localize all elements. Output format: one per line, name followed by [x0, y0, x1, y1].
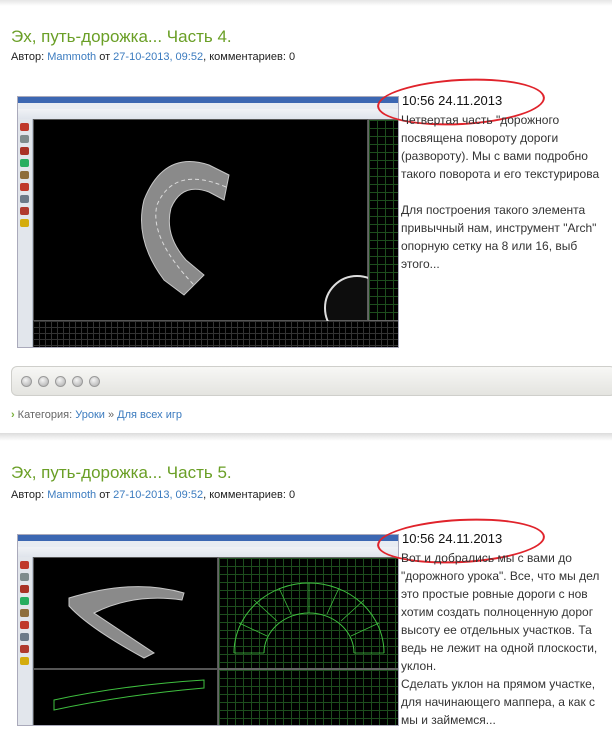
share-bar: [11, 366, 612, 396]
post-title[interactable]: Эх, путь-дорожка... Часть 5.: [11, 463, 232, 483]
excerpt-line: для начинающего маппера, а как с: [401, 695, 596, 709]
comments-count: , комментариев: 0: [203, 489, 296, 501]
chevron-right-icon: ›: [11, 409, 15, 421]
excerpt-line: привычный нам, инструмент "Arch": [401, 221, 597, 235]
share-dot[interactable]: [38, 376, 49, 387]
side-grid-viewport: [368, 119, 398, 321]
author-link[interactable]: Mammoth: [47, 51, 96, 63]
post-meta: Автор: Mammoth от 27-10-2013, 09:52, ком…: [11, 489, 295, 501]
from-label: от: [99, 489, 111, 501]
3d-viewport: [33, 119, 390, 341]
post-separator: [0, 433, 612, 441]
excerpt-line: Сделать уклон на прямом участке,: [401, 677, 596, 691]
post-excerpt: Вот и добрались мы с вами до "дорожного …: [401, 549, 612, 729]
excerpt-line: Четвертая часть "дорожного: [401, 113, 560, 127]
curved-road-render: [68, 586, 185, 659]
post-meta: Автор: Mammoth от 27-10-2013, 09:52, ком…: [11, 51, 295, 63]
share-dot[interactable]: [89, 376, 100, 387]
excerpt-line: такого поворота и его текстурирова: [401, 167, 600, 181]
excerpt-line: опорную сетку на 8 или 16, выб: [401, 239, 578, 253]
category-link-all-games[interactable]: Для всех игр: [117, 409, 182, 421]
post-thumbnail[interactable]: [17, 96, 399, 348]
editor-left-toolbar: [18, 119, 33, 347]
excerpt-line: "дорожного урока". Все, что мы дел: [401, 569, 600, 583]
excerpt-line: (развороту). Мы с вами подробно: [401, 149, 588, 163]
top-separator: [0, 0, 612, 6]
category-label: Категория:: [17, 409, 73, 421]
category-separator: »: [107, 409, 115, 421]
category-link-lessons[interactable]: Уроки: [75, 409, 105, 421]
from-label: от: [99, 51, 111, 63]
3d-viewport: [33, 557, 218, 669]
excerpt-line: этого...: [401, 257, 440, 271]
excerpt-line: [401, 183, 612, 201]
bottom-grid-viewport: [33, 321, 398, 347]
excerpt-line: Вот и добрались мы с вами до: [401, 551, 572, 565]
excerpt-line: ведь не лежит на одной плоскости,: [401, 641, 598, 655]
top-grid-viewport: [218, 557, 398, 669]
category-line: › Категория: Уроки » Для всех игр: [11, 409, 182, 421]
post-thumbnail[interactable]: [17, 534, 399, 726]
excerpt-line: Для построения такого элемента: [401, 203, 586, 217]
author-label: Автор:: [11, 489, 45, 501]
excerpt-line: это простые ровные дороги с нов: [401, 587, 588, 601]
share-dot[interactable]: [72, 376, 83, 387]
author-label: Автор:: [11, 51, 45, 63]
excerpt-line: мы и займемся...: [401, 713, 496, 727]
excerpt-line: уклон.: [401, 659, 437, 673]
editor-left-toolbar: [18, 557, 33, 725]
share-dot[interactable]: [21, 376, 32, 387]
arch-wireframe: [233, 582, 385, 654]
post-title[interactable]: Эх, путь-дорожка... Часть 4.: [11, 27, 232, 47]
excerpt-line: посвящена повороту дороги: [401, 131, 559, 145]
excerpt-line: высоту ее отдельных участков. Та: [401, 623, 592, 637]
post-excerpt: Четвертая часть "дорожного посвящена пов…: [401, 111, 612, 273]
date-link[interactable]: 27-10-2013, 09:52: [113, 51, 203, 63]
bottom-viewport: [33, 669, 218, 725]
comments-count: , комментариев: 0: [203, 51, 296, 63]
u-turn-road-render: [141, 161, 230, 296]
share-dot[interactable]: [55, 376, 66, 387]
excerpt-line: хотим создать полноценную дорог: [401, 605, 594, 619]
bottom-grid-viewport: [218, 669, 398, 725]
author-link[interactable]: Mammoth: [47, 489, 96, 501]
slope-wireframe: [53, 679, 205, 711]
date-link[interactable]: 27-10-2013, 09:52: [113, 489, 203, 501]
